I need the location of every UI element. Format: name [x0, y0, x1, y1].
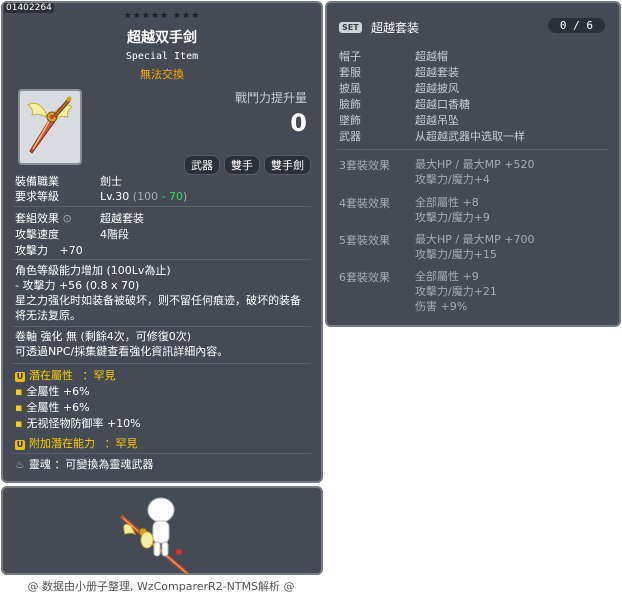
level-detail: (100 - 70): [132, 190, 188, 203]
potential-line: ▪ 无视怪物防御率 +10%: [15, 417, 141, 430]
set-piece: 披風 超越披风: [339, 82, 459, 95]
job-requirement: 裝備職業 劍士: [15, 173, 122, 189]
set-piece-count: 0 / 6: [547, 18, 605, 33]
attack-speed-key: 攻擊速度: [15, 228, 59, 241]
additional-potential-header: U 附加潛在能力 ：罕見: [15, 435, 138, 451]
set-piece: 套服 超越套装: [339, 66, 459, 79]
growth-line: - 攻擊力 +56 (0.8 x 70): [15, 279, 140, 292]
set-bonus-3: 3套裝效果 最大HP / 最大MP +520 攻擊力/魔力+4: [339, 158, 535, 186]
attack-row: 攻擊力 +70: [15, 242, 83, 258]
bullet-icon: ▪: [15, 417, 23, 430]
job-value: 劍士: [100, 175, 122, 188]
attack-value: +70: [59, 244, 83, 257]
set-piece: 臉飾 超越口香糖: [339, 98, 470, 111]
item-icon-frame: [18, 89, 82, 165]
set-effect-value: 超越套装: [100, 212, 144, 225]
two-handed-sword-icon: [27, 96, 73, 154]
bullet-icon: ▪: [15, 401, 23, 414]
set-bonus-6: 6套裝效果 全部屬性 +9 攻擊力/魔力+21 伤害 +9%: [339, 270, 497, 313]
star-force-warning: 星之力强化时如装备被破坏，则不留任何痕迹，破坏的装备将无法复原。: [15, 294, 301, 322]
enhance-section: 卷軸 強化 無 (剩餘4次，可修復0次) 可透過NPC/採集鍵查看強化資訊詳細內…: [15, 329, 311, 359]
scroll-info: 卷軸 強化 無 (剩餘4次，可修復0次): [15, 330, 192, 343]
footer-credit: @ 数据由小册子整理, WzComparerR2-NTMS解析 @: [27, 580, 295, 593]
set-effect-panel: SET 超越套装 0 / 6 帽子 超越帽 套服 超越套装 披風 超越披风 臉飾 超越口…: [325, 1, 621, 327]
set-piece: 武器 从超越武器中选取一样: [339, 130, 525, 143]
potential-label: 潛在屬性: [29, 369, 73, 382]
divider: [13, 326, 311, 327]
unique-grade-icon: U: [15, 372, 25, 382]
combat-power-value: 0: [290, 109, 307, 137]
soul-flame-icon: ♨: [15, 458, 25, 471]
item-category-tags: 武器 雙手 雙手劍: [184, 155, 311, 175]
job-key: 裝備職業: [15, 175, 59, 188]
set-bonus-5: 5套裝效果 最大HP / 最大MP +700 攻擊力/魔力+15: [339, 233, 535, 261]
divider: [13, 363, 311, 364]
level-value: Lv.30: [100, 190, 130, 203]
set-effect-row: 套組效果 ⊙ 超越套装: [15, 210, 144, 226]
avatar-preview-panel: [1, 486, 323, 586]
divider: [13, 206, 311, 207]
soul-text: 靈魂 ：可變換為靈魂武器: [28, 458, 154, 471]
additional-potential-grade: ：罕見: [104, 437, 138, 450]
divider: [13, 259, 311, 260]
potential-header: U 潛在屬性 ：罕見: [15, 367, 116, 383]
attack-key: 攻擊力: [15, 244, 48, 257]
combat-power-label: 戰鬥力提升量: [234, 91, 307, 105]
tag-two-handed-sword: 雙手劍: [264, 155, 311, 175]
potential-line: ▪ 全屬性 +6%: [15, 401, 90, 414]
divider: [13, 453, 311, 454]
growth-title: 角色等級能力增加 (100Lv為止): [15, 264, 171, 277]
item-name: 超越双手剑: [127, 30, 197, 46]
set-piece-list: 帽子 超越帽 套服 超越套装 披風 超越披风 臉飾 超越口香糖 墜飾 超越吊坠 武器 从超越…: [339, 49, 525, 145]
set-piece: 墜飾 超越吊坠: [339, 114, 459, 127]
character-avatar-icon: [119, 497, 201, 586]
attack-speed-value: 4階段: [100, 228, 129, 241]
npc-info: 可透過NPC/採集鍵查看強化資訊詳細內容。: [15, 345, 229, 358]
potential-grade: ：罕見: [82, 369, 116, 382]
item-tooltip-panel: 01402264 ★★★★★ ★★★ 超越双手剑 Special Item 無法…: [1, 1, 323, 483]
set-effect-key: 套組效果 ⊙: [15, 212, 72, 225]
bullet-icon: ▪: [15, 385, 23, 398]
set-badge: SET: [339, 22, 362, 33]
attack-speed-row: 攻擊速度 4階段: [15, 226, 129, 242]
potential-line: ▪ 全屬性 +6%: [15, 385, 90, 398]
set-bonus-4: 4套裝效果 全部屬性 +8 攻擊力/魔力+9: [339, 196, 490, 224]
set-name: 超越套装: [371, 21, 420, 35]
item-type: Special Item: [125, 51, 199, 62]
level-key: 要求等級: [15, 190, 59, 203]
set-piece: 帽子 超越帽: [339, 50, 448, 63]
trade-status: 無法交換: [140, 68, 184, 81]
soul-row: ♨ 靈魂 ：可變換為靈魂武器: [15, 456, 153, 472]
divider: [337, 149, 609, 150]
level-requirement: 要求等級 Lv.30 (100 - 70): [15, 188, 187, 204]
tag-two-handed: 雙手: [224, 155, 260, 175]
unique-grade-icon: U: [15, 440, 25, 450]
additional-potential-label: 附加潛在能力: [29, 437, 95, 450]
star-force-stars: ★★★★★ ★★★: [123, 11, 201, 21]
tag-weapon: 武器: [184, 155, 220, 175]
growth-section: 角色等級能力增加 (100Lv為止) - 攻擊力 +56 (0.8 x 70) …: [15, 263, 311, 323]
